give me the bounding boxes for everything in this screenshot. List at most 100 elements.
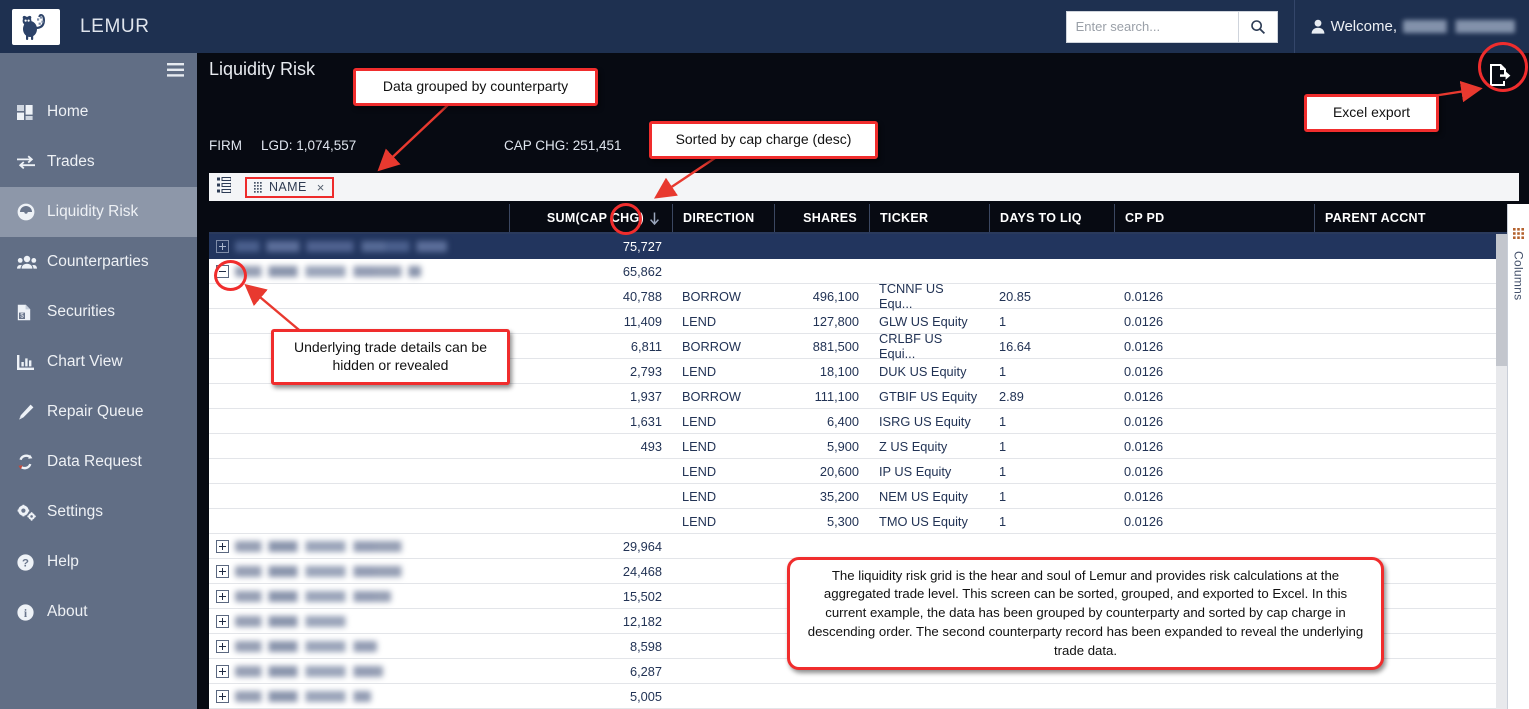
sidebar-item-settings[interactable]: Settings bbox=[0, 487, 197, 537]
cell-ticker: Z US Equity bbox=[879, 438, 948, 454]
stats-lgd-value: LGD: 1,074,557 bbox=[261, 138, 357, 153]
sidebar-item-trades[interactable]: Trades bbox=[0, 137, 197, 187]
expand-row-button[interactable] bbox=[209, 664, 235, 678]
search-input[interactable] bbox=[1065, 10, 1238, 43]
arrow-down-icon[interactable] bbox=[649, 212, 660, 225]
cell-name bbox=[209, 459, 509, 483]
search-button[interactable] bbox=[1237, 10, 1278, 43]
cell-parent bbox=[1314, 359, 1507, 383]
column-header-shares[interactable]: SHARES bbox=[774, 204, 869, 232]
sidebar-toggle-button[interactable] bbox=[0, 53, 197, 87]
cell-cap bbox=[509, 484, 672, 508]
group-row[interactable]: 5,005 bbox=[209, 684, 1519, 709]
cell-days bbox=[989, 234, 1114, 258]
stats-scope-label: FIRM bbox=[209, 138, 242, 153]
lemur-logo[interactable] bbox=[12, 8, 60, 45]
cell-parent bbox=[1314, 334, 1507, 358]
cell-parent bbox=[1314, 534, 1507, 558]
group-panel-icon[interactable] bbox=[217, 176, 232, 198]
sidebar-item-help[interactable]: ? Help bbox=[0, 537, 197, 587]
table-row[interactable]: 493 LEND 5,900 Z US Equity 1 0.0126 bbox=[209, 434, 1519, 459]
table-row[interactable]: 40,788 BORROW 496,100 TCNNF US Equ... 20.85 0… bbox=[209, 281, 1519, 311]
cell-parent bbox=[1314, 284, 1507, 308]
table-row[interactable]: 1,631 LEND 6,400 ISRG US Equity 1 0.0126 bbox=[209, 409, 1519, 434]
close-icon[interactable]: × bbox=[317, 180, 325, 195]
expand-row-button[interactable] bbox=[209, 639, 235, 653]
cell-ticker: NEM US Equity bbox=[879, 488, 968, 504]
sidebar-item-label: Liquidity Risk bbox=[47, 203, 139, 220]
sidebar-item-data-request[interactable]: Data Request bbox=[0, 437, 197, 487]
cell-shares: 5,300 bbox=[826, 513, 859, 529]
cell-cppd: 0.0126 bbox=[1124, 488, 1164, 504]
dashboard-icon bbox=[17, 104, 39, 120]
hamburger-icon bbox=[167, 63, 184, 77]
counterparty-name-redacted bbox=[235, 240, 447, 252]
cell-cppd bbox=[1114, 259, 1314, 283]
counterparty-name-redacted bbox=[235, 615, 347, 627]
column-header-label: PARENT ACCNT bbox=[1325, 211, 1426, 225]
cell-direction: LEND bbox=[682, 438, 717, 454]
cell-shares: 35,200 bbox=[819, 488, 859, 504]
sidebar-item-about[interactable]: i About bbox=[0, 587, 197, 637]
sidebar-item-home[interactable]: Home bbox=[0, 87, 197, 137]
cell-parent bbox=[1314, 259, 1507, 283]
counterparty-name-redacted bbox=[235, 565, 407, 577]
global-search bbox=[1065, 10, 1278, 43]
expand-row-button[interactable] bbox=[209, 239, 235, 253]
group-row[interactable]: 29,964 bbox=[209, 534, 1519, 559]
welcome-user[interactable]: Welcome, bbox=[1311, 18, 1515, 35]
expand-row-button[interactable] bbox=[209, 589, 235, 603]
sidebar-item-liquidity-risk[interactable]: Liquidity Risk bbox=[0, 187, 197, 237]
sidebar-nav: Home Trades Liquidity Risk Counterparties $ S… bbox=[0, 53, 197, 709]
expand-row-button[interactable] bbox=[209, 564, 235, 578]
column-header-parent[interactable]: PARENT ACCNT bbox=[1314, 204, 1507, 232]
cell-cppd: 0.0126 bbox=[1124, 313, 1164, 329]
plus-icon bbox=[215, 639, 229, 653]
column-header-name[interactable] bbox=[209, 204, 509, 232]
grid-vertical-scrollbar[interactable] bbox=[1496, 234, 1507, 709]
cell-name bbox=[209, 509, 509, 533]
cell-shares: 127,800 bbox=[812, 313, 859, 329]
expand-row-button[interactable] bbox=[209, 539, 235, 553]
column-header-direction[interactable]: DIRECTION bbox=[672, 204, 774, 232]
cell-days bbox=[989, 684, 1114, 708]
group-row[interactable]: 75,727 bbox=[209, 234, 1519, 259]
group-row[interactable]: 65,862 bbox=[209, 259, 1519, 284]
cell-cap: 1,937 bbox=[629, 388, 662, 404]
cell-shares bbox=[774, 534, 869, 558]
table-row[interactable]: LEND 20,600 IP US Equity 1 0.0126 bbox=[209, 459, 1519, 484]
cell-cap: 6,287 bbox=[629, 663, 662, 679]
counterparty-name-redacted bbox=[235, 265, 421, 277]
cell-cap: 8,598 bbox=[629, 638, 662, 654]
cell-cppd: 0.0126 bbox=[1124, 413, 1164, 429]
expand-row-button[interactable] bbox=[209, 614, 235, 628]
sidebar-item-counterparties[interactable]: Counterparties bbox=[0, 237, 197, 287]
cell-cap bbox=[509, 509, 672, 533]
table-row[interactable]: LEND 5,300 TMO US Equity 1 0.0126 bbox=[209, 509, 1519, 534]
group-by-bar[interactable]: NAME × bbox=[209, 173, 1519, 201]
column-header-days[interactable]: DAYS TO LIQ bbox=[989, 204, 1114, 232]
plus-icon bbox=[215, 589, 229, 603]
column-header-cap[interactable]: SUM(CAP CHG) bbox=[509, 204, 672, 232]
table-row[interactable]: 1,937 BORROW 111,100 GTBIF US Equity 2.89 0.0… bbox=[209, 384, 1519, 409]
sidebar-item-chart-view[interactable]: Chart View bbox=[0, 337, 197, 387]
group-chip-name[interactable]: NAME × bbox=[245, 176, 334, 198]
cell-cppd: 0.0126 bbox=[1124, 288, 1164, 304]
sidebar-item-repair-queue[interactable]: Repair Queue bbox=[0, 387, 197, 437]
cell-cppd bbox=[1114, 534, 1314, 558]
column-header-ticker[interactable]: TICKER bbox=[869, 204, 989, 232]
gears-icon bbox=[17, 504, 39, 521]
cell-ticker: IP US Equity bbox=[879, 463, 952, 479]
drag-dots-icon[interactable] bbox=[254, 181, 262, 193]
table-row[interactable]: LEND 35,200 NEM US Equity 1 0.0126 bbox=[209, 484, 1519, 509]
sidebar-item-label: Securities bbox=[47, 303, 116, 320]
cell-direction bbox=[672, 609, 774, 633]
columns-panel-tab[interactable]: Columns bbox=[1507, 204, 1529, 709]
expand-row-button[interactable] bbox=[209, 689, 235, 703]
sidebar-item-securities[interactable]: $ Securities bbox=[0, 287, 197, 337]
cell-shares bbox=[774, 234, 869, 258]
cell-ticker bbox=[869, 259, 989, 283]
cell-direction: LEND bbox=[682, 413, 717, 429]
column-header-cppd[interactable]: CP PD bbox=[1114, 204, 1314, 232]
sidebar-item-label: Help bbox=[47, 553, 79, 570]
